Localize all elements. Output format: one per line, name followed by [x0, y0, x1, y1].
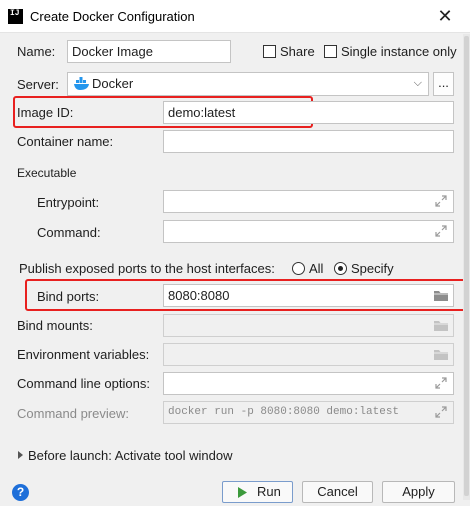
server-label: Server: [17, 77, 59, 92]
cmd-line-options-field[interactable] [163, 372, 454, 395]
expand-triangle-icon[interactable] [18, 451, 23, 459]
radio-all[interactable] [292, 262, 305, 275]
expand-icon[interactable] [435, 406, 447, 418]
scrollbar-thumb[interactable] [464, 36, 469, 496]
image-id-field[interactable]: demo:latest [163, 101, 454, 124]
cmd-preview-field: docker run -p 8080:8080 demo:latest [163, 401, 454, 424]
env-vars-field[interactable] [163, 343, 454, 366]
name-field[interactable]: Docker Image [67, 40, 231, 63]
bind-mounts-label: Bind mounts: [17, 318, 93, 333]
expand-icon[interactable] [435, 377, 447, 389]
entrypoint-label: Entrypoint: [37, 195, 100, 210]
apply-button[interactable]: Apply [382, 481, 455, 503]
radio-all-label: All [309, 261, 324, 276]
executable-section-label: Executable [17, 166, 77, 180]
single-instance-checkbox[interactable] [324, 45, 337, 58]
command-label: Command: [37, 225, 101, 240]
cmd-line-options-label: Command line options: [17, 376, 150, 391]
container-name-label: Container name: [17, 134, 114, 149]
server-value: Docker [92, 76, 134, 91]
expand-icon[interactable] [435, 225, 447, 237]
command-field[interactable] [163, 220, 454, 243]
image-id-label: Image ID: [17, 105, 74, 120]
name-label: Name: [17, 44, 56, 59]
intellij-app-icon: IJ [8, 9, 23, 24]
bind-mounts-field[interactable] [163, 314, 454, 337]
publish-ports-label: Publish exposed ports to the host interf… [19, 261, 275, 276]
container-name-field[interactable] [163, 130, 454, 153]
apply-button-label: Apply [402, 484, 435, 499]
image-id-value: demo:latest [168, 105, 236, 120]
cmd-preview-value: docker run -p 8080:8080 demo:latest [168, 406, 400, 418]
cmd-preview-label: Command preview: [17, 406, 129, 421]
run-icon [238, 487, 247, 498]
radio-specify[interactable] [334, 262, 347, 275]
cancel-button[interactable]: Cancel [302, 481, 373, 503]
docker-icon [74, 77, 89, 90]
folder-icon[interactable] [433, 289, 449, 302]
name-field-value: Docker Image [72, 44, 153, 59]
expand-icon[interactable] [435, 195, 447, 207]
before-launch-label[interactable]: Before launch: Activate tool window [28, 448, 233, 463]
share-checkbox[interactable] [263, 45, 276, 58]
cancel-button-label: Cancel [317, 484, 358, 499]
server-dropdown[interactable]: Docker ⌵ [67, 72, 429, 96]
run-button-label: Run [257, 484, 281, 499]
bind-ports-label: Bind ports: [37, 289, 100, 304]
folder-icon[interactable] [433, 319, 449, 332]
help-icon[interactable]: ? [12, 484, 29, 501]
env-vars-label: Environment variables: [17, 347, 150, 362]
share-label: Share [280, 44, 315, 59]
folder-icon[interactable] [433, 348, 449, 361]
bind-ports-value: 8080:8080 [168, 288, 230, 303]
run-button[interactable]: Run [222, 481, 293, 503]
single-instance-label: Single instance only [341, 44, 457, 59]
window-title: Create Docker Configuration [30, 9, 195, 24]
radio-specify-label: Specify [351, 261, 394, 276]
chevron-down-icon: ⌵ [413, 77, 422, 89]
entrypoint-field[interactable] [163, 190, 454, 213]
close-button[interactable]: ✕ [430, 2, 460, 30]
server-browse-button[interactable]: ... [433, 72, 454, 96]
bind-ports-field[interactable]: 8080:8080 [163, 284, 454, 307]
